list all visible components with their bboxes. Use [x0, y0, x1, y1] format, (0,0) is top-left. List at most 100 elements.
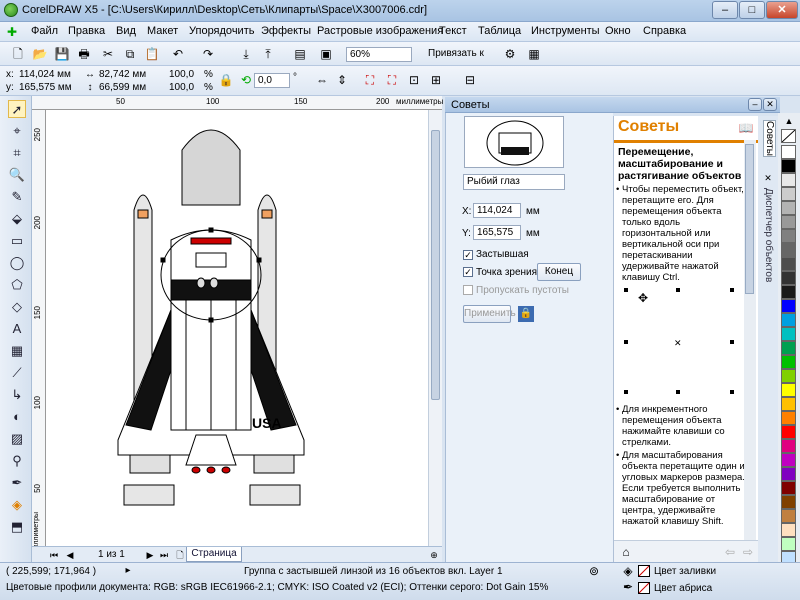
- color-swatch[interactable]: [781, 215, 796, 229]
- import-icon[interactable]: ⤓: [238, 46, 254, 62]
- scroll-thumb[interactable]: [431, 130, 440, 400]
- outline-color-swatch[interactable]: [638, 582, 650, 594]
- color-swatch[interactable]: [781, 257, 796, 271]
- color-swatch[interactable]: [781, 327, 796, 341]
- redo-icon[interactable]: ↷: [200, 46, 216, 62]
- color-swatch[interactable]: [781, 229, 796, 243]
- blend-tool-icon[interactable]: ◐: [8, 408, 26, 426]
- vertical-ruler[interactable]: 250 200 150 100 50 миллиметры: [32, 110, 46, 553]
- palette-scroll-up-icon[interactable]: ▲: [781, 113, 797, 129]
- rotation-field[interactable]: 0,0: [254, 73, 290, 88]
- tab-tips[interactable]: Советы: [763, 120, 776, 157]
- lens-type-select[interactable]: Рыбий глаз: [463, 174, 565, 190]
- freehand-tool-icon[interactable]: ✎: [8, 188, 26, 206]
- menu-file[interactable]: Файл: [31, 25, 58, 37]
- color-swatch[interactable]: [781, 299, 796, 313]
- color-swatch[interactable]: [781, 173, 796, 187]
- skip-blank-checkbox[interactable]: [463, 285, 473, 295]
- table-tool-icon[interactable]: ▦: [8, 342, 26, 360]
- prev-page-icon[interactable]: ◀: [62, 547, 78, 563]
- smart-fill-tool-icon[interactable]: ⬙: [8, 210, 26, 228]
- basic-shapes-tool-icon[interactable]: ◇: [8, 298, 26, 316]
- tab-object-manager[interactable]: Диспетчер объектов: [763, 188, 774, 282]
- docker-close-button[interactable]: ✕: [763, 98, 777, 111]
- open-icon[interactable]: 📂: [32, 46, 48, 62]
- undo-icon[interactable]: ↶: [170, 46, 186, 62]
- color-swatch[interactable]: [781, 383, 796, 397]
- tips-scrollbar[interactable]: [744, 140, 756, 540]
- home-icon[interactable]: ⌂: [618, 544, 634, 560]
- color-swatch[interactable]: [781, 145, 796, 159]
- apply-button[interactable]: Применить: [463, 305, 516, 323]
- color-swatch[interactable]: [781, 537, 796, 551]
- color-swatch[interactable]: [781, 243, 796, 257]
- snap-to-dropdown[interactable]: Привязать к: [428, 48, 484, 59]
- dimension-tool-icon[interactable]: ⟋: [8, 364, 26, 382]
- menu-edit[interactable]: Правка: [68, 25, 105, 37]
- outline-pen-tool-icon[interactable]: ✒: [8, 474, 26, 492]
- menu-layout[interactable]: Макет: [147, 25, 178, 37]
- color-swatch[interactable]: [781, 187, 796, 201]
- color-swatch[interactable]: [781, 201, 796, 215]
- canvas-vertical-scrollbar[interactable]: [428, 110, 442, 546]
- shape-tool-icon[interactable]: ⌖: [8, 122, 26, 140]
- mirror-vertical-icon[interactable]: ⇕: [334, 72, 350, 88]
- corel-menu-icon[interactable]: ✚: [4, 24, 20, 40]
- app-launcher-icon[interactable]: ▣: [318, 46, 334, 62]
- color-swatch[interactable]: [781, 439, 796, 453]
- lock-icon[interactable]: 🔒: [518, 306, 534, 322]
- tips-book-icon[interactable]: 📖: [738, 120, 754, 136]
- save-icon[interactable]: 💾: [54, 46, 70, 62]
- tab-close-icon[interactable]: ✕: [760, 170, 776, 186]
- menu-bitmaps[interactable]: Растровые изображения: [317, 25, 443, 37]
- scale-y-field[interactable]: 100,0: [166, 81, 200, 96]
- copy-icon[interactable]: ⧉: [122, 46, 138, 62]
- color-swatch[interactable]: [781, 313, 796, 327]
- viewpoint-checkbox[interactable]: ✓: [463, 267, 473, 277]
- zoom-select[interactable]: 60%: [346, 47, 412, 62]
- export-icon[interactable]: ⤒: [260, 46, 276, 62]
- group-icon[interactable]: ⛶: [362, 72, 378, 88]
- horizontal-ruler[interactable]: 50 100 150 200 миллиметры: [32, 96, 443, 110]
- eyedropper-tool-icon[interactable]: ⚲: [8, 452, 26, 470]
- print-icon[interactable]: 🖶: [76, 46, 92, 62]
- ellipse-tool-icon[interactable]: ◯: [8, 254, 26, 272]
- menu-text[interactable]: Текст: [439, 25, 467, 37]
- polygon-tool-icon[interactable]: ⬠: [8, 276, 26, 294]
- align-distribute-icon[interactable]: ⊟: [462, 72, 478, 88]
- color-swatch[interactable]: [781, 411, 796, 425]
- menu-arrange[interactable]: Упорядочить: [189, 25, 254, 37]
- interactive-fill-tool-icon[interactable]: ⬒: [8, 518, 26, 536]
- color-swatch[interactable]: [781, 495, 796, 509]
- options-icon[interactable]: ⚙: [502, 46, 518, 62]
- publish-pdf-icon[interactable]: ▤: [292, 46, 308, 62]
- pick-tool-icon[interactable]: ➚: [8, 100, 26, 118]
- combine-icon[interactable]: ⊞: [428, 72, 444, 88]
- drawing-canvas[interactable]: USA: [46, 110, 428, 546]
- connector-tool-icon[interactable]: ↳: [8, 386, 26, 404]
- color-swatch[interactable]: [781, 159, 796, 173]
- color-swatch[interactable]: [781, 425, 796, 439]
- ungroup-all-icon[interactable]: ⊡: [406, 72, 422, 88]
- cut-icon[interactable]: ✂: [100, 46, 116, 62]
- last-page-icon[interactable]: ⏭: [156, 547, 172, 563]
- color-swatch[interactable]: [781, 285, 796, 299]
- space-shuttle-drawing[interactable]: USA: [46, 110, 428, 546]
- text-tool-icon[interactable]: A: [8, 320, 26, 338]
- rectangle-tool-icon[interactable]: ▭: [8, 232, 26, 250]
- menu-view[interactable]: Вид: [116, 25, 136, 37]
- color-swatch[interactable]: [781, 453, 796, 467]
- paste-icon[interactable]: 📋: [144, 46, 160, 62]
- color-swatch[interactable]: [781, 369, 796, 383]
- color-swatch[interactable]: [781, 467, 796, 481]
- navigator-icon[interactable]: ⊕: [426, 547, 442, 563]
- tips-scroll-thumb[interactable]: [745, 144, 754, 294]
- height-field[interactable]: 66,599 мм: [96, 81, 158, 96]
- y-position-field[interactable]: 165,575 мм: [16, 81, 80, 96]
- menu-table[interactable]: Таблица: [478, 25, 521, 37]
- no-color-swatch[interactable]: [781, 129, 796, 143]
- crop-tool-icon[interactable]: ⌗: [8, 144, 26, 162]
- color-swatch[interactable]: [781, 355, 796, 369]
- transparency-tool-icon[interactable]: ▨: [8, 430, 26, 448]
- page-tab[interactable]: Страница: [186, 547, 242, 562]
